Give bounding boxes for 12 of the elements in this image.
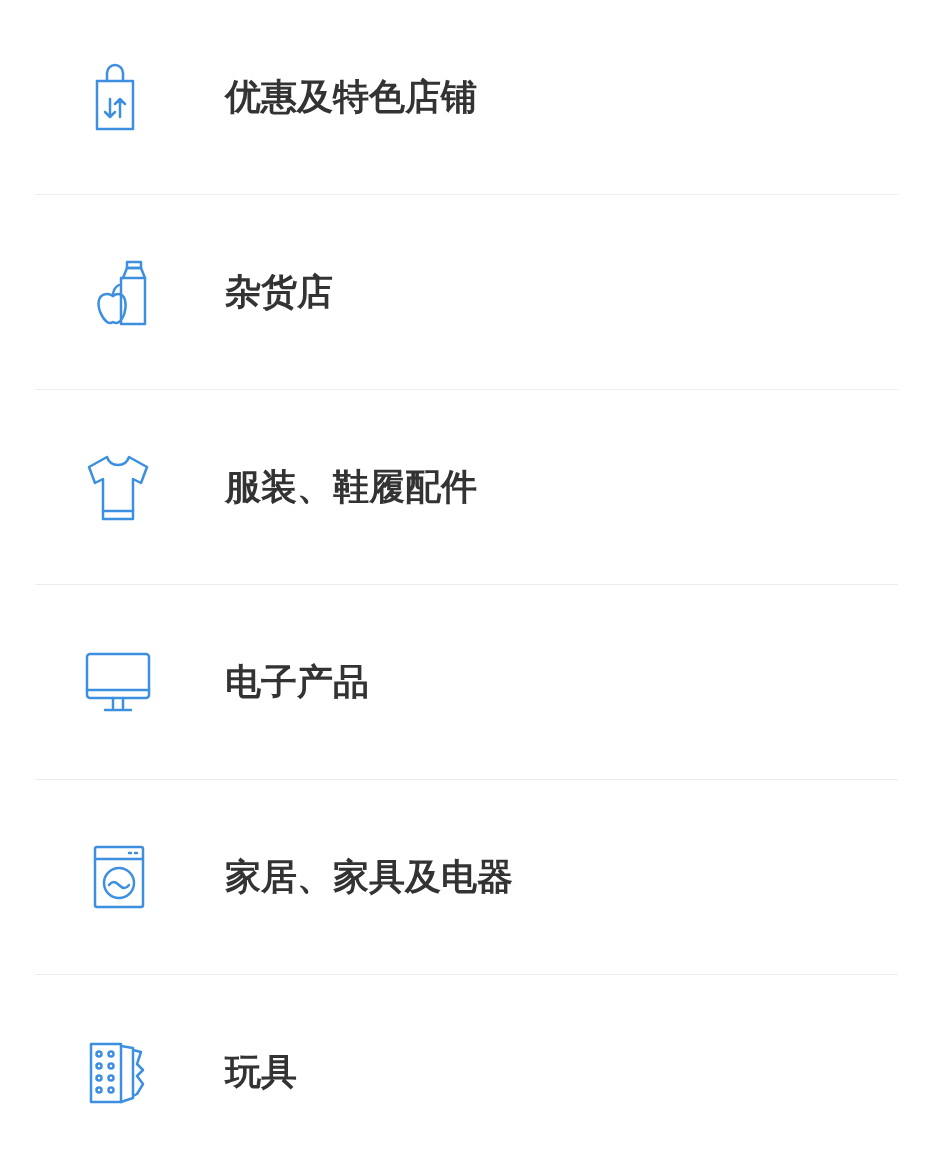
category-item[interactable]: 杂货店 [35, 195, 898, 390]
category-item[interactable]: 优惠及特色店铺 [35, 0, 898, 195]
category-label: 家居、家具及电器 [225, 854, 513, 899]
category-label: 杂货店 [225, 269, 333, 314]
category-item[interactable]: 电子产品 [35, 585, 898, 780]
category-item[interactable]: 服装、鞋履配件 [35, 390, 898, 585]
category-item[interactable]: 玩具 [35, 975, 898, 1169]
category-item[interactable]: 家居、家具及电器 [35, 780, 898, 975]
category-label: 优惠及特色店铺 [225, 74, 477, 119]
category-label: 玩具 [225, 1049, 297, 1094]
category-label: 服装、鞋履配件 [225, 464, 477, 509]
category-label: 电子产品 [225, 659, 369, 704]
